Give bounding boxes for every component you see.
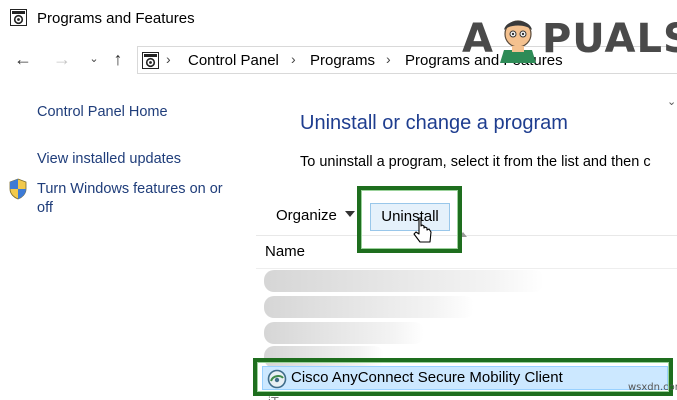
- back-arrow-icon[interactable]: ←: [13, 49, 33, 69]
- watermark-text: wsxdn.com: [628, 382, 677, 393]
- up-arrow-icon[interactable]: ↑: [108, 49, 128, 69]
- sidebar-link-view-installed-updates[interactable]: View installed updates: [37, 150, 181, 169]
- control-panel-icon: [10, 9, 27, 26]
- sidebar-link-control-panel-home[interactable]: Control Panel Home: [37, 103, 168, 122]
- address-dropdown-chevron-icon[interactable]: ⌄: [667, 95, 676, 108]
- chevron-right-icon[interactable]: ›: [291, 51, 296, 67]
- column-header-name[interactable]: Name: [265, 243, 305, 260]
- highlight-box-uninstall: [357, 186, 462, 253]
- recent-locations-chevron-icon[interactable]: ⌄: [84, 49, 104, 69]
- mascot-logo-icon: [500, 20, 536, 63]
- mouse-pointer-icon: [413, 217, 432, 243]
- instructions-text: To uninstall a program, select it from t…: [300, 154, 651, 170]
- logo-text: APUALS: [462, 16, 677, 62]
- header-divider: [256, 268, 677, 269]
- chevron-right-icon[interactable]: ›: [166, 51, 171, 67]
- list-item-blurred[interactable]: [264, 270, 544, 292]
- command-toolbar: Organize Uninstall: [256, 198, 677, 237]
- control-panel-icon: [142, 52, 159, 69]
- dropdown-caret-icon[interactable]: [345, 211, 355, 217]
- list-item-blurred[interactable]: [264, 296, 474, 318]
- highlight-box-program: [253, 358, 673, 396]
- organize-button[interactable]: Organize: [276, 207, 337, 224]
- window-title: Programs and Features: [37, 10, 195, 27]
- uac-shield-icon: [9, 178, 27, 200]
- breadcrumb-programs[interactable]: Programs: [310, 52, 375, 69]
- breadcrumb-control-panel[interactable]: Control Panel: [188, 52, 279, 69]
- appuals-logo: APUALS: [462, 14, 677, 66]
- sidebar-link-windows-features-cont[interactable]: off: [37, 199, 53, 218]
- list-item-blurred[interactable]: [264, 322, 424, 344]
- sidebar-link-windows-features[interactable]: Turn Windows features on or: [37, 180, 223, 199]
- page-heading: Uninstall or change a program: [300, 112, 568, 134]
- forward-arrow-icon[interactable]: →: [52, 49, 72, 69]
- chevron-right-icon[interactable]: ›: [386, 51, 391, 67]
